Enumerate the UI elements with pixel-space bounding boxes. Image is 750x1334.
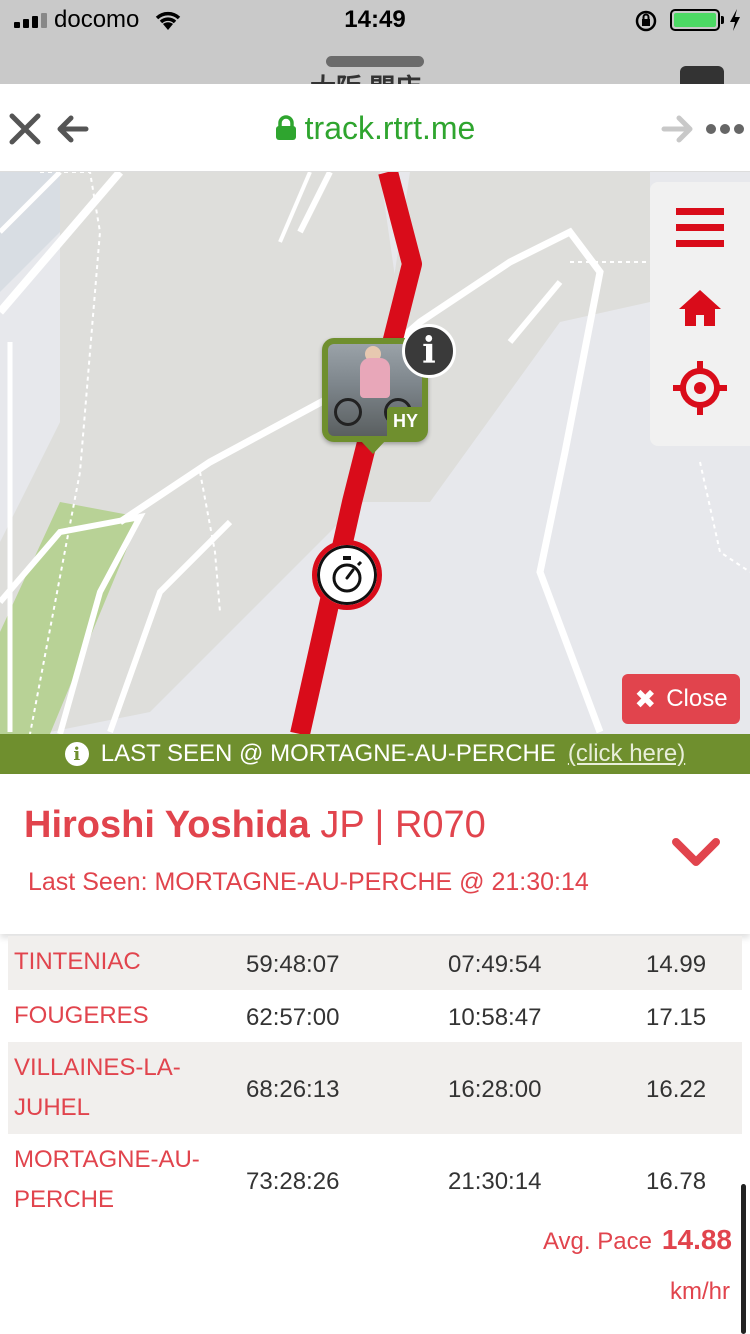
browser-sheet: track.rtrt.me HY i ✖ Close i LAST SEEN @…: [0, 84, 750, 1334]
last-seen-text: LAST SEEN @ MORTAGNE-AU-PERCHE: [100, 740, 556, 767]
split-location-line: MORTAGNE-AU-: [14, 1146, 200, 1173]
avg-pace-unit: km/hr: [670, 1278, 730, 1305]
map-controls: [650, 182, 750, 446]
map-view[interactable]: HY i ✖ Close: [0, 172, 750, 734]
split-elapsed: 59:48:07: [246, 951, 340, 978]
athlete-name: Hiroshi Yoshida: [24, 804, 310, 846]
stopwatch-icon: [332, 556, 363, 593]
info-circle-icon: i: [64, 742, 89, 766]
split-elapsed: 62:57:00: [246, 1004, 340, 1031]
split-location[interactable]: TINTENIAC: [14, 942, 141, 982]
split-time-of-day: 07:49:54: [448, 951, 542, 978]
more-icon[interactable]: [706, 124, 744, 134]
url-text: track.rtrt.me: [304, 110, 476, 146]
avg-pace-label: Avg. Pace: [542, 1228, 652, 1255]
split-location-line: PERCHE: [14, 1186, 115, 1213]
battery-icon: [670, 9, 724, 31]
split-pace: 16.22: [646, 1076, 707, 1103]
status-bar: docomo 14:49 大阪 開店: [0, 0, 750, 103]
locate-button[interactable]: [670, 358, 730, 418]
menu-button[interactable]: [670, 198, 730, 258]
crosshair-icon: [673, 361, 727, 415]
table-row: MORTAGNE-AU- PERCHE 73:28:26 21:30:14 16…: [8, 1134, 742, 1226]
split-time-of-day: 21:30:14: [448, 1168, 542, 1195]
athlete-country-bib: JP | R070: [320, 804, 486, 846]
close-x-icon: ✖: [634, 683, 657, 714]
athlete-name-line: Hiroshi Yoshida JP | R070: [24, 804, 486, 847]
athlete-last-seen: Last Seen: MORTAGNE-AU-PERCHE @ 21:30:14: [28, 868, 589, 896]
charging-icon: [730, 9, 740, 31]
last-seen-link[interactable]: (click here): [568, 740, 685, 768]
table-row: FOUGERES 62:57:00 10:58:47 17.15: [8, 990, 742, 1042]
close-button[interactable]: ✖ Close: [622, 674, 740, 724]
close-button-label: Close: [666, 685, 728, 712]
lock-icon: [275, 115, 296, 140]
chevron-down-icon[interactable]: [672, 836, 720, 868]
split-time-of-day: 16:28:00: [448, 1076, 542, 1103]
forward-arrow-icon[interactable]: [660, 114, 694, 144]
table-row: TINTENIAC 59:48:07 07:49:54 14.99: [8, 936, 742, 990]
split-location[interactable]: FOUGERES: [14, 996, 149, 1036]
split-location[interactable]: MORTAGNE-AU- PERCHE: [14, 1140, 200, 1220]
last-seen-bar: i LAST SEEN @ MORTAGNE-AU-PERCHE (click …: [0, 734, 750, 774]
home-button[interactable]: [670, 278, 730, 338]
split-pace: 17.15: [646, 1004, 707, 1031]
sheet-grabber[interactable]: [326, 56, 424, 67]
info-icon[interactable]: i: [402, 324, 456, 378]
timing-point-marker[interactable]: [312, 540, 382, 610]
split-pace: 14.99: [646, 951, 707, 978]
hamburger-menu-icon: [676, 208, 724, 247]
avg-pace-value: 14.88: [661, 1224, 732, 1255]
url-display[interactable]: track.rtrt.me: [0, 110, 750, 147]
browser-toolbar: track.rtrt.me: [0, 84, 750, 172]
split-location[interactable]: VILLAINES-LA- JUHEL: [14, 1048, 181, 1128]
scrollbar[interactable]: [741, 1184, 746, 1334]
split-elapsed: 73:28:26: [246, 1168, 340, 1195]
runner-initials: HY: [386, 407, 424, 436]
split-location-line: VILLAINES-LA-: [14, 1054, 181, 1081]
athlete-card: Hiroshi Yoshida JP | R070 Last Seen: MOR…: [0, 774, 750, 934]
split-location-line: JUHEL: [14, 1094, 91, 1121]
avg-pace: Avg. Pace 14.88: [0, 1224, 732, 1256]
splits-table: TINTENIAC 59:48:07 07:49:54 14.99 FOUGER…: [8, 936, 742, 1226]
table-row: VILLAINES-LA- JUHEL 68:26:13 16:28:00 16…: [8, 1042, 742, 1134]
home-icon: [679, 290, 721, 326]
split-time-of-day: 10:58:47: [448, 1004, 542, 1031]
split-pace: 16.78: [646, 1168, 707, 1195]
split-elapsed: 68:26:13: [246, 1076, 340, 1103]
rotation-lock-icon: [635, 10, 657, 32]
marker-pointer: [360, 440, 386, 454]
